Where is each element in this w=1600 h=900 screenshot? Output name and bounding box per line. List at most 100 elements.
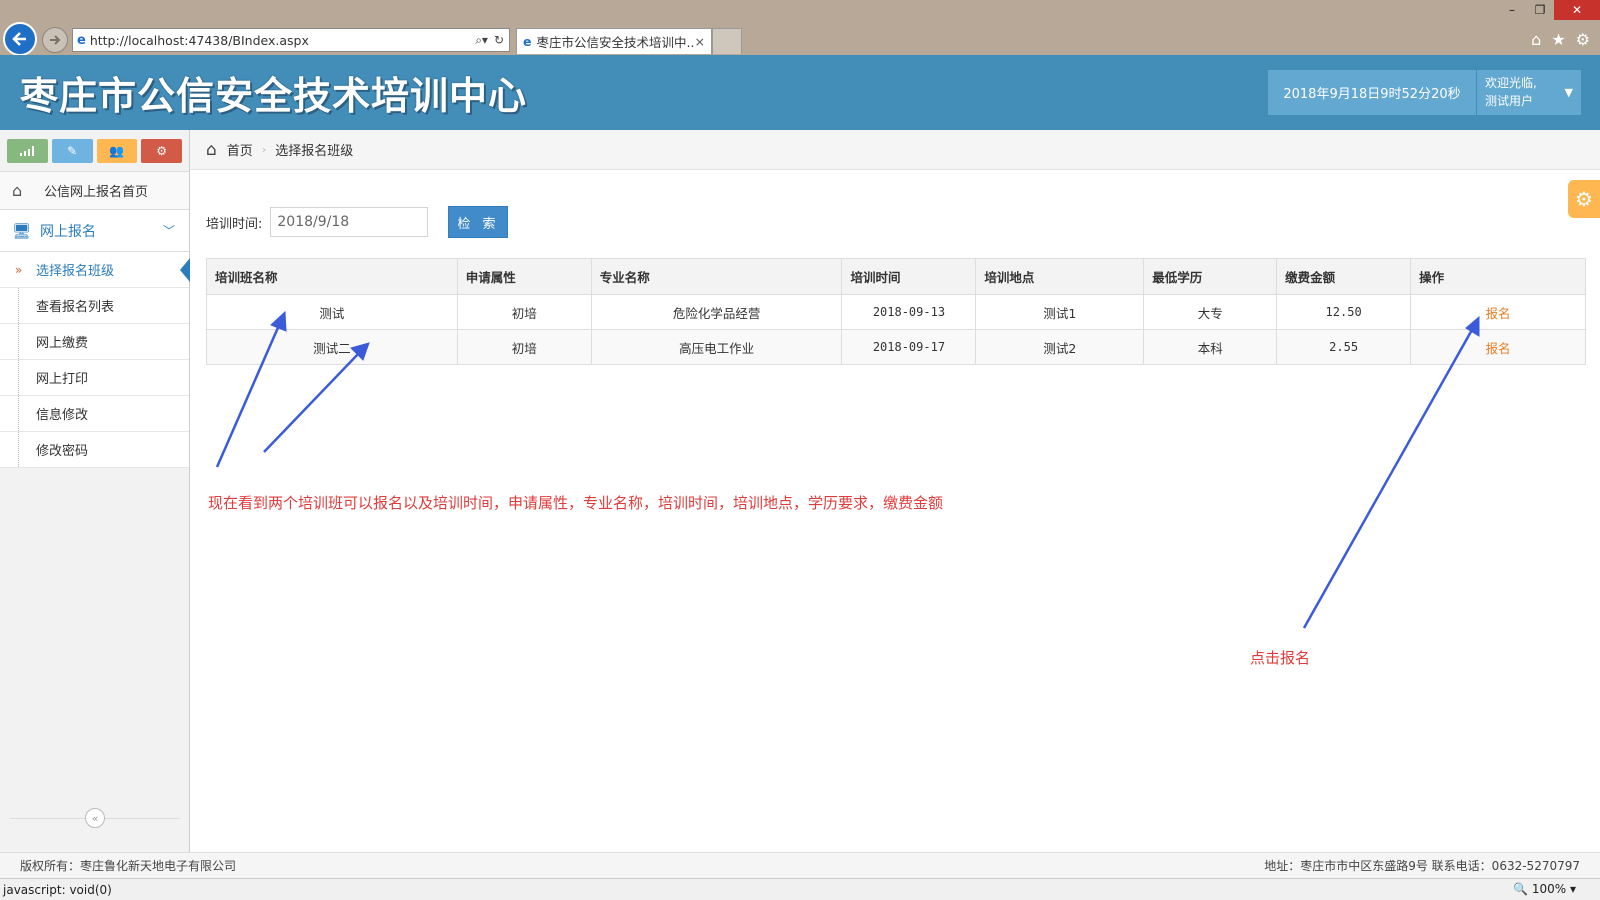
back-arrow-icon	[12, 32, 26, 46]
column-header: 最低学历	[1143, 258, 1278, 295]
table-cell: 测试	[206, 294, 458, 330]
search-icon[interactable]: ⌕▾	[475, 33, 488, 48]
annotation-note: 现在看到两个培训班可以报名以及培训时间，申请属性，专业名称，培训时间，培训地点，…	[208, 494, 944, 512]
site-logo: 枣庄市公信安全技术培训中心	[20, 74, 528, 118]
search-button[interactable]: 检 索	[448, 206, 509, 238]
url-text: http://localhost:47438/BIndex.aspx	[89, 32, 309, 48]
browser-tab[interactable]: e 枣庄市公信安全技术培训中... ×	[516, 28, 712, 54]
table-cell: 大专	[1143, 294, 1278, 330]
user-menu[interactable]: 欢迎光临, 测试用户 ▼	[1477, 70, 1581, 115]
status-text: javascript: void(0)	[3, 882, 112, 897]
sidebar-item-label: 网上打印	[36, 372, 89, 387]
gear-icon: ⚙	[1575, 187, 1593, 211]
table-cell: 初培	[456, 294, 592, 330]
column-header: 缴费金额	[1276, 258, 1412, 295]
contact-text: 地址：枣庄市市中区东盛路9号 联系电话：0632-5270797	[1264, 859, 1580, 873]
restore-icon[interactable]: ❐	[1526, 0, 1554, 20]
annotation-click-signup: 点击报名	[1250, 649, 1311, 667]
table-cell: 2018-09-17	[841, 329, 977, 365]
settings-shortcut-button[interactable]: ⚙	[141, 139, 182, 163]
column-header: 专业名称	[590, 258, 843, 295]
breadcrumb: ⌂ 首页 › 选择报名班级	[190, 130, 1600, 170]
site-footer: 版权所有：枣庄鲁化新天地电子有限公司 地址：枣庄市市中区东盛路9号 联系电话：0…	[0, 852, 1600, 878]
column-header: 操作	[1410, 258, 1586, 295]
stats-shortcut-button[interactable]	[7, 139, 48, 163]
refresh-icon[interactable]: ↻	[494, 33, 504, 48]
zoom-control[interactable]: 🔍 100% ▾	[1513, 882, 1576, 896]
datetime-display: 2018年9月18日9时52分20秒	[1268, 70, 1476, 115]
double-angle-left-icon: «	[91, 811, 99, 825]
sidebar-item-label: 信息修改	[36, 408, 89, 423]
column-header: 培训班名称	[206, 258, 458, 295]
close-window-icon[interactable]: ✕	[1554, 0, 1600, 20]
signup-link[interactable]: 报名	[1486, 341, 1511, 356]
signup-link[interactable]: 报名	[1486, 306, 1511, 321]
signal-bars-icon	[20, 146, 35, 156]
column-header: 培训时间	[841, 258, 977, 295]
class-table: 培训班名称 申请属性 专业名称 培训时间 培训地点 最低学历 缴费金额 操作 测…	[206, 258, 1586, 365]
settings-toggle-button[interactable]: ⚙	[1568, 180, 1600, 218]
close-tab-icon[interactable]: ×	[695, 34, 705, 49]
table-row: 测试二 初培 高压电工作业 2018-09-17 测试2 本科 2.55 报名	[206, 329, 1586, 365]
sidebar-item-print[interactable]: 网上打印	[0, 360, 189, 396]
double-angle-right-icon: »	[15, 262, 23, 277]
ie-tab-icon: e	[523, 34, 532, 49]
sidebar-collapse-button[interactable]: «	[85, 808, 105, 828]
action-cell: 报名	[1410, 329, 1586, 365]
new-tab-button[interactable]	[712, 28, 742, 54]
copyright-text: 版权所有：枣庄鲁化新天地电子有限公司	[20, 859, 237, 873]
ie-page-icon: e	[77, 32, 86, 48]
chevron-right-icon: ›	[261, 143, 267, 156]
edit-shortcut-button[interactable]: ✎	[51, 139, 93, 163]
home-icon[interactable]: ⌂	[1531, 30, 1541, 49]
sidebar-item-select-class[interactable]: » 选择报名班级	[0, 252, 190, 288]
browser-chrome: e http://localhost:47438/BIndex.aspx ⌕▾ …	[0, 0, 1600, 56]
sidebar-item-edit-info[interactable]: 信息修改	[0, 396, 189, 432]
column-header: 申请属性	[456, 258, 592, 295]
forward-arrow-icon	[50, 35, 61, 45]
sidebar-group-online-signup[interactable]: 🖥 网上报名 ﹀	[0, 210, 189, 252]
table-cell: 2.55	[1276, 329, 1412, 365]
shortcut-buttons: ✎ 👥 ⚙	[0, 130, 189, 172]
sidebar-item-change-password[interactable]: 修改密码	[0, 432, 189, 468]
active-indicator	[180, 258, 190, 282]
sidebar-item-home[interactable]: ⌂ 公信网上报名首页	[0, 172, 189, 210]
action-cell: 报名	[1410, 294, 1586, 330]
sidebar-item-view-list[interactable]: 查看报名列表	[0, 288, 189, 324]
site-header: 枣庄市公信安全技术培训中心 2018年9月18日9时52分20秒 欢迎光临, 测…	[0, 55, 1600, 130]
sidebar-item-label: 选择报名班级	[36, 264, 115, 279]
training-date-input[interactable]	[270, 207, 429, 237]
breadcrumb-current: 选择报名班级	[275, 144, 354, 159]
address-bar[interactable]: e http://localhost:47438/BIndex.aspx ⌕▾ …	[72, 28, 510, 52]
pencil-icon: ✎	[67, 144, 78, 158]
gear-icon[interactable]: ⚙	[1576, 30, 1590, 49]
users-shortcut-button[interactable]: 👥	[96, 139, 138, 163]
sidebar-home-label: 公信网上报名首页	[44, 185, 149, 200]
table-cell: 测试1	[975, 294, 1145, 330]
breadcrumb-home-link[interactable]: 首页	[227, 140, 253, 159]
monitor-icon: 🖥	[12, 221, 32, 240]
sidebar: ✎ 👥 ⚙ ⌂ 公信网上报名首页 🖥 网上报名 ﹀ » 选择报名班级 查看报名列…	[0, 130, 190, 852]
users-icon: 👥	[109, 144, 125, 158]
chevron-down-icon: ﹀	[162, 224, 175, 238]
forward-button[interactable]	[42, 27, 68, 53]
table-cell: 初培	[456, 329, 592, 365]
table-cell: 本科	[1143, 329, 1278, 365]
welcome-text: 欢迎光临,	[1485, 76, 1537, 90]
table-cell: 高压电工作业	[590, 329, 843, 365]
table-row: 测试 初培 危险化学品经营 2018-09-13 测试1 大专 12.50 报名	[206, 294, 1586, 330]
table-cell: 危险化学品经营	[590, 294, 843, 330]
training-date-label: 培训时间:	[206, 216, 263, 232]
cogs-icon: ⚙	[156, 144, 167, 158]
zoom-level: 100%	[1531, 882, 1567, 896]
back-button[interactable]	[3, 22, 37, 56]
table-cell: 12.50	[1276, 294, 1412, 330]
window-controls: – ❐ ✕	[1498, 0, 1600, 20]
table-header-row: 培训班名称 申请属性 专业名称 培训时间 培训地点 最低学历 缴费金额 操作	[206, 258, 1586, 295]
caret-down-icon: ▼	[1564, 86, 1573, 99]
column-header: 培训地点	[975, 258, 1145, 295]
caret-down-icon: ▾	[1569, 882, 1576, 896]
favorites-star-icon[interactable]: ★	[1551, 30, 1565, 49]
sidebar-item-payment[interactable]: 网上缴费	[0, 324, 189, 360]
minimize-icon[interactable]: –	[1498, 0, 1526, 20]
